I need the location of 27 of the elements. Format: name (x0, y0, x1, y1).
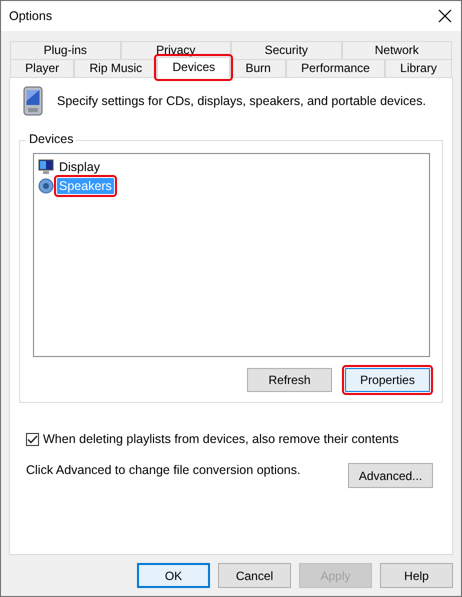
group-label: Devices (26, 132, 76, 146)
tab[interactable]: Devices (157, 57, 230, 78)
tab[interactable]: Burn (230, 59, 286, 77)
handheld-device-icon (23, 86, 43, 116)
checkbox-label[interactable]: When deleting playlists from devices, also remove their contents (43, 432, 399, 446)
tab[interactable]: Player (10, 59, 74, 77)
checkbox[interactable] (26, 432, 39, 446)
advanced-button[interactable]: Advanced... (348, 463, 433, 488)
dialog-button[interactable]: Properties (345, 368, 430, 392)
monitor-icon (38, 158, 54, 174)
checkmark-icon (27, 434, 38, 444)
speaker-icon (38, 178, 54, 194)
dialog-button[interactable]: OK (137, 563, 210, 588)
list-item[interactable]: Display (57, 158, 102, 174)
tab[interactable]: Library (385, 59, 452, 77)
tab[interactable]: Performance (286, 59, 386, 77)
tab[interactable]: Rip Music (74, 59, 158, 77)
tab[interactable]: Plug-ins (10, 41, 120, 59)
dialog-button[interactable]: Cancel (218, 563, 291, 588)
window-title: Options (9, 9, 52, 23)
tab[interactable]: Security (231, 41, 342, 59)
description-text: Specify settings for CDs, displays, speakers, and portable devices. (57, 94, 426, 108)
dialog-button[interactable]: Refresh (247, 368, 332, 392)
conversion-text: Click Advanced to change file conversion options. (26, 463, 300, 477)
dialog-button[interactable]: Help (380, 563, 453, 588)
close-icon[interactable] (438, 9, 452, 23)
tab[interactable]: Network (342, 41, 452, 59)
